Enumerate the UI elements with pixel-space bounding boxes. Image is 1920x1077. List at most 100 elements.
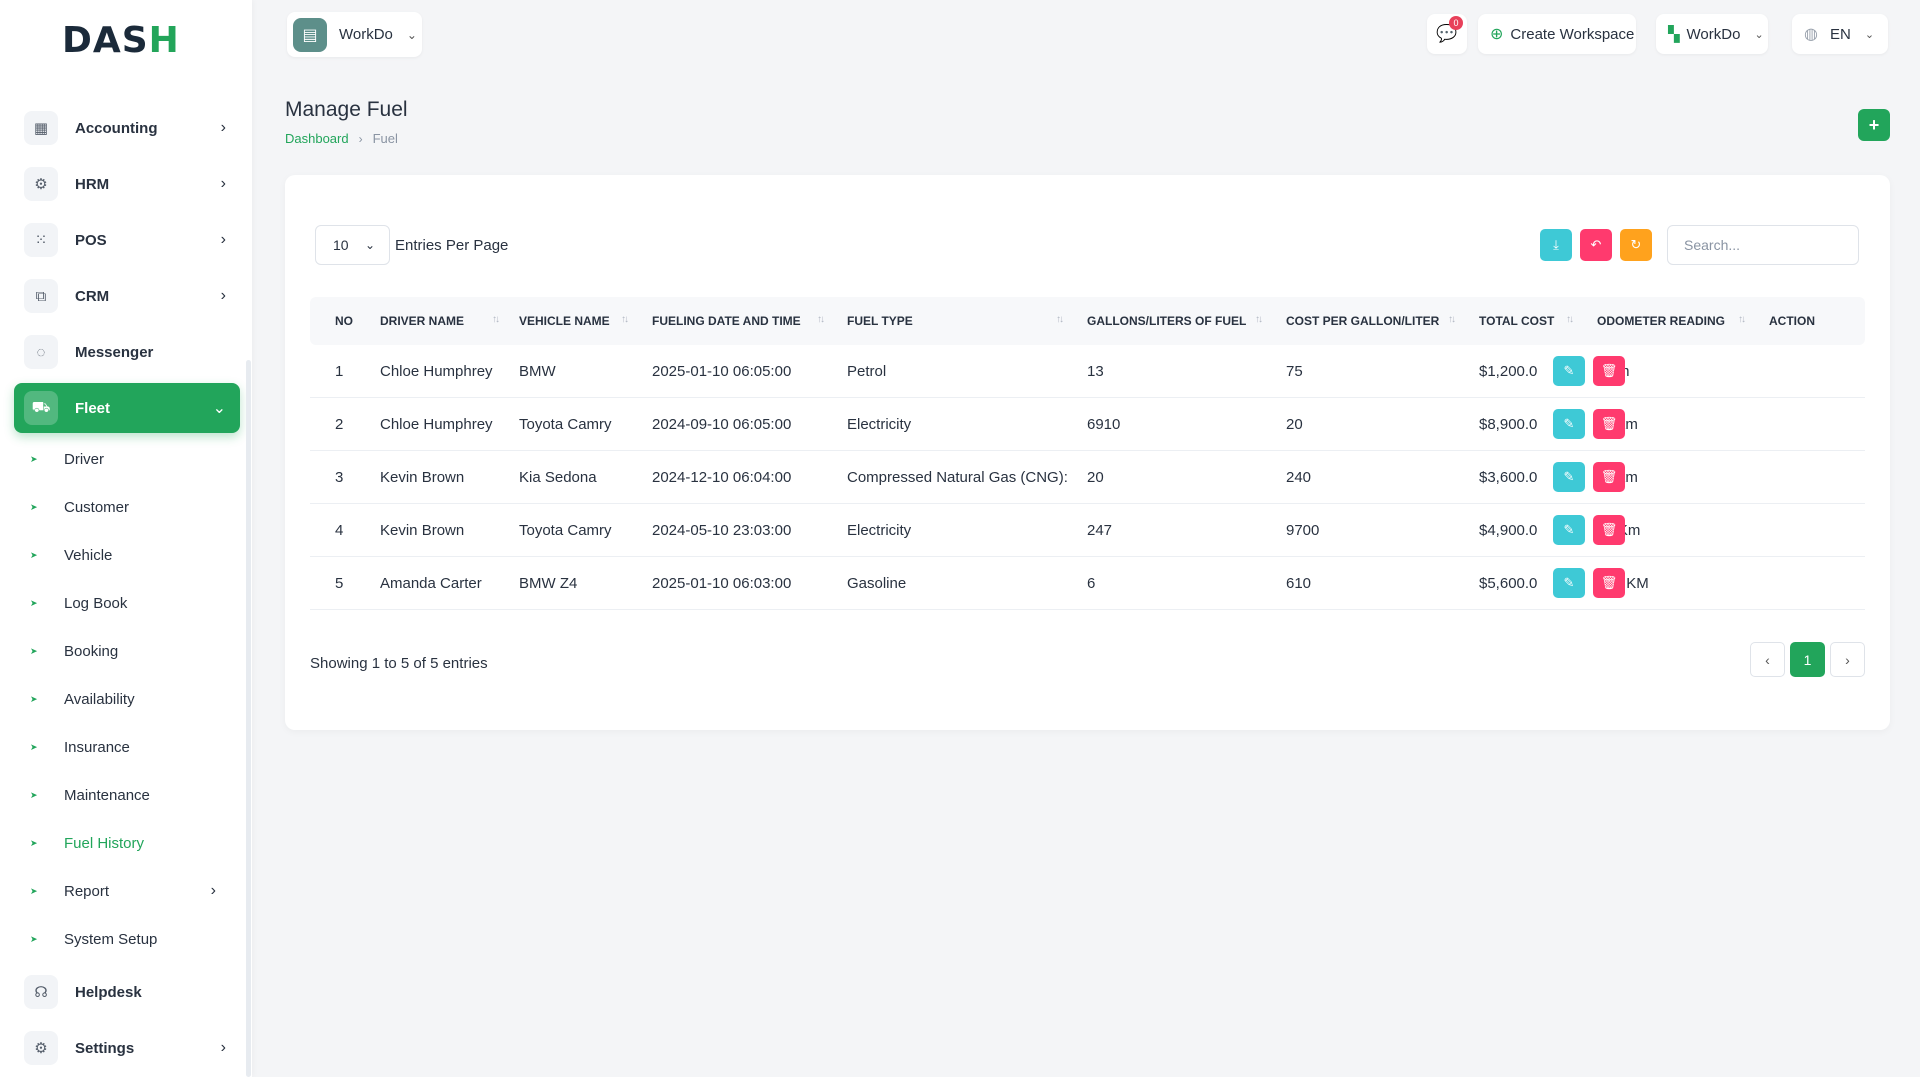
- refresh-icon: ↻: [1630, 237, 1642, 252]
- sidebar-sub-availability[interactable]: ➤ Availability: [30, 681, 230, 717]
- cell-no: 2: [335, 416, 344, 433]
- trash-icon: 🗑: [1600, 469, 1618, 484]
- sidebar-item-settings[interactable]: ⚙ Settings ›: [14, 1023, 240, 1073]
- chevron-down-icon: ⌄: [406, 27, 417, 42]
- chevron-down-icon: ⌄: [364, 238, 375, 252]
- sort-icon[interactable]: ↑↓: [1448, 314, 1456, 325]
- globe-icon: ◍: [1804, 26, 1818, 43]
- create-workspace-button[interactable]: ⊕ Create Workspace: [1478, 14, 1636, 54]
- delete-button[interactable]: 🗑: [1593, 356, 1625, 386]
- sidebar-sub-log-book[interactable]: ➤ Log Book: [30, 585, 230, 621]
- workspace-selector[interactable]: ▤ WorkDo ⌄: [287, 12, 422, 57]
- sort-icon[interactable]: ↑↓: [1255, 314, 1263, 325]
- cell-fuel-type: Gasoline: [847, 575, 907, 592]
- delete-button[interactable]: 🗑: [1593, 515, 1625, 545]
- col-header-driver-name[interactable]: DRIVER NAME: [380, 297, 464, 345]
- sidebar-sub-vehicle[interactable]: ➤ Vehicle: [30, 537, 230, 573]
- col-header-cost-per-gallon[interactable]: COST PER GALLON/LITER: [1286, 297, 1439, 345]
- cell-driver: Chloe Humphrey: [380, 363, 493, 380]
- hrm-icon: ⚙: [24, 167, 58, 201]
- sort-icon[interactable]: ↑↓: [1738, 314, 1746, 325]
- edit-button[interactable]: ✎: [1553, 409, 1585, 439]
- trash-icon: 🗑: [1600, 416, 1618, 431]
- add-fuel-button[interactable]: +: [1858, 109, 1890, 141]
- bullet-icon: ➤: [30, 933, 38, 944]
- messages-button[interactable]: 💬 0: [1427, 14, 1467, 54]
- chevron-right-icon: ›: [220, 231, 226, 248]
- sidebar-sub-system-setup[interactable]: ➤ System Setup: [30, 921, 230, 957]
- bullet-icon: ➤: [30, 501, 38, 512]
- sidebar-sub-report[interactable]: ➤ Report ›: [30, 873, 230, 909]
- bullet-icon: ➤: [30, 597, 38, 608]
- sort-icon[interactable]: ↑↓: [492, 314, 500, 325]
- cell-fuel-type: Electricity: [847, 522, 912, 539]
- sidebar-sub-insurance[interactable]: ➤ Insurance: [30, 729, 230, 765]
- sidebar-scrollbar[interactable]: [246, 360, 251, 1077]
- edit-button[interactable]: ✎: [1553, 515, 1585, 545]
- pagination-next-button[interactable]: ›: [1830, 642, 1865, 677]
- sidebar-item-crm[interactable]: ⧉ CRM ›: [14, 271, 240, 321]
- col-header-no[interactable]: NO: [335, 297, 353, 345]
- export-button[interactable]: ⤓: [1540, 229, 1572, 261]
- sidebar-item-hrm[interactable]: ⚙ HRM ›: [14, 159, 240, 209]
- cell-vehicle: Kia Sedona: [519, 469, 597, 486]
- cell-fuel-type: Electricity: [847, 416, 912, 433]
- reset-button[interactable]: ↶: [1580, 229, 1612, 261]
- bullet-icon: ➤: [30, 789, 38, 800]
- language-selector[interactable]: ◍ EN ⌄: [1792, 14, 1888, 54]
- col-header-fueling-date[interactable]: FUELING DATE AND TIME: [652, 297, 801, 345]
- col-header-gallons[interactable]: GALLONS/LITERS OF FUEL: [1087, 297, 1246, 345]
- workspace-switch-button[interactable]: ▚ WorkDo ⌄: [1656, 14, 1768, 54]
- page-title: Manage Fuel: [285, 98, 408, 121]
- cell-cost-per-gallon: 240: [1286, 469, 1312, 486]
- plus-icon: +: [1868, 114, 1880, 135]
- sort-icon[interactable]: ↑↓: [1566, 314, 1574, 325]
- trash-icon: 🗑: [1600, 522, 1618, 537]
- sidebar-item-accounting[interactable]: ▦ Accounting ›: [14, 103, 240, 153]
- edit-button[interactable]: ✎: [1553, 462, 1585, 492]
- reload-button[interactable]: ↻: [1620, 229, 1652, 261]
- pagination-page-1[interactable]: 1: [1790, 642, 1825, 677]
- sidebar-sub-driver[interactable]: ➤ Driver: [30, 441, 230, 477]
- headset-icon: ☊: [24, 975, 58, 1009]
- dots-grid-icon: ⁙: [24, 223, 58, 257]
- sort-icon[interactable]: ↑↓: [817, 314, 825, 325]
- sidebar-sub-maintenance[interactable]: ➤ Maintenance: [30, 777, 230, 813]
- pencil-icon: ✎: [1563, 522, 1575, 537]
- pencil-icon: ✎: [1563, 416, 1575, 431]
- sidebar-sub-booking[interactable]: ➤ Booking: [30, 633, 230, 669]
- delete-button[interactable]: 🗑: [1593, 462, 1625, 492]
- sort-icon[interactable]: ↑↓: [1056, 314, 1064, 325]
- sidebar-item-helpdesk[interactable]: ☊ Helpdesk: [14, 967, 240, 1017]
- bullet-icon: ➤: [30, 549, 38, 560]
- sidebar-sub-fuel-history[interactable]: ➤ Fuel History: [30, 825, 230, 861]
- table-row: 3 Kevin Brown Kia Sedona 2024-12-10 06:0…: [310, 451, 1865, 504]
- sidebar-item-pos[interactable]: ⁙ POS ›: [14, 215, 240, 265]
- edit-button[interactable]: ✎: [1553, 356, 1585, 386]
- col-header-odometer[interactable]: ODOMETER READING: [1597, 297, 1725, 345]
- col-header-total-cost[interactable]: TOTAL COST: [1479, 297, 1554, 345]
- bullet-icon: ➤: [30, 741, 38, 752]
- messages-count-badge: 0: [1449, 16, 1463, 30]
- sort-icon[interactable]: ↑↓: [621, 314, 629, 325]
- breadcrumb-dashboard-link[interactable]: Dashboard: [285, 131, 349, 146]
- pagination-prev-button[interactable]: ‹: [1750, 642, 1785, 677]
- delete-button[interactable]: 🗑: [1593, 409, 1625, 439]
- bullet-icon: ➤: [30, 837, 38, 848]
- cell-no: 1: [335, 363, 344, 380]
- edit-button[interactable]: ✎: [1553, 568, 1585, 598]
- delete-button[interactable]: 🗑: [1593, 568, 1625, 598]
- brand-logo[interactable]: DASH: [62, 20, 180, 61]
- col-header-fuel-type[interactable]: FUEL TYPE: [847, 297, 913, 345]
- pencil-icon: ✎: [1563, 575, 1575, 590]
- table-row: 2 Chloe Humphrey Toyota Camry 2024-09-10…: [310, 398, 1865, 451]
- cell-date: 2025-01-10 06:05:00: [652, 363, 792, 380]
- sidebar-sub-customer[interactable]: ➤ Customer: [30, 489, 230, 525]
- sidebar-item-fleet[interactable]: ⛟ Fleet ⌄: [14, 383, 240, 433]
- sidebar-item-messenger[interactable]: ◌ Messenger: [14, 327, 240, 377]
- search-input[interactable]: [1667, 225, 1859, 265]
- entries-per-page-select[interactable]: 10 ⌄: [315, 225, 390, 265]
- bullet-icon: ➤: [30, 645, 38, 656]
- col-header-vehicle-name[interactable]: VEHICLE NAME: [519, 297, 610, 345]
- cell-no: 4: [335, 522, 344, 539]
